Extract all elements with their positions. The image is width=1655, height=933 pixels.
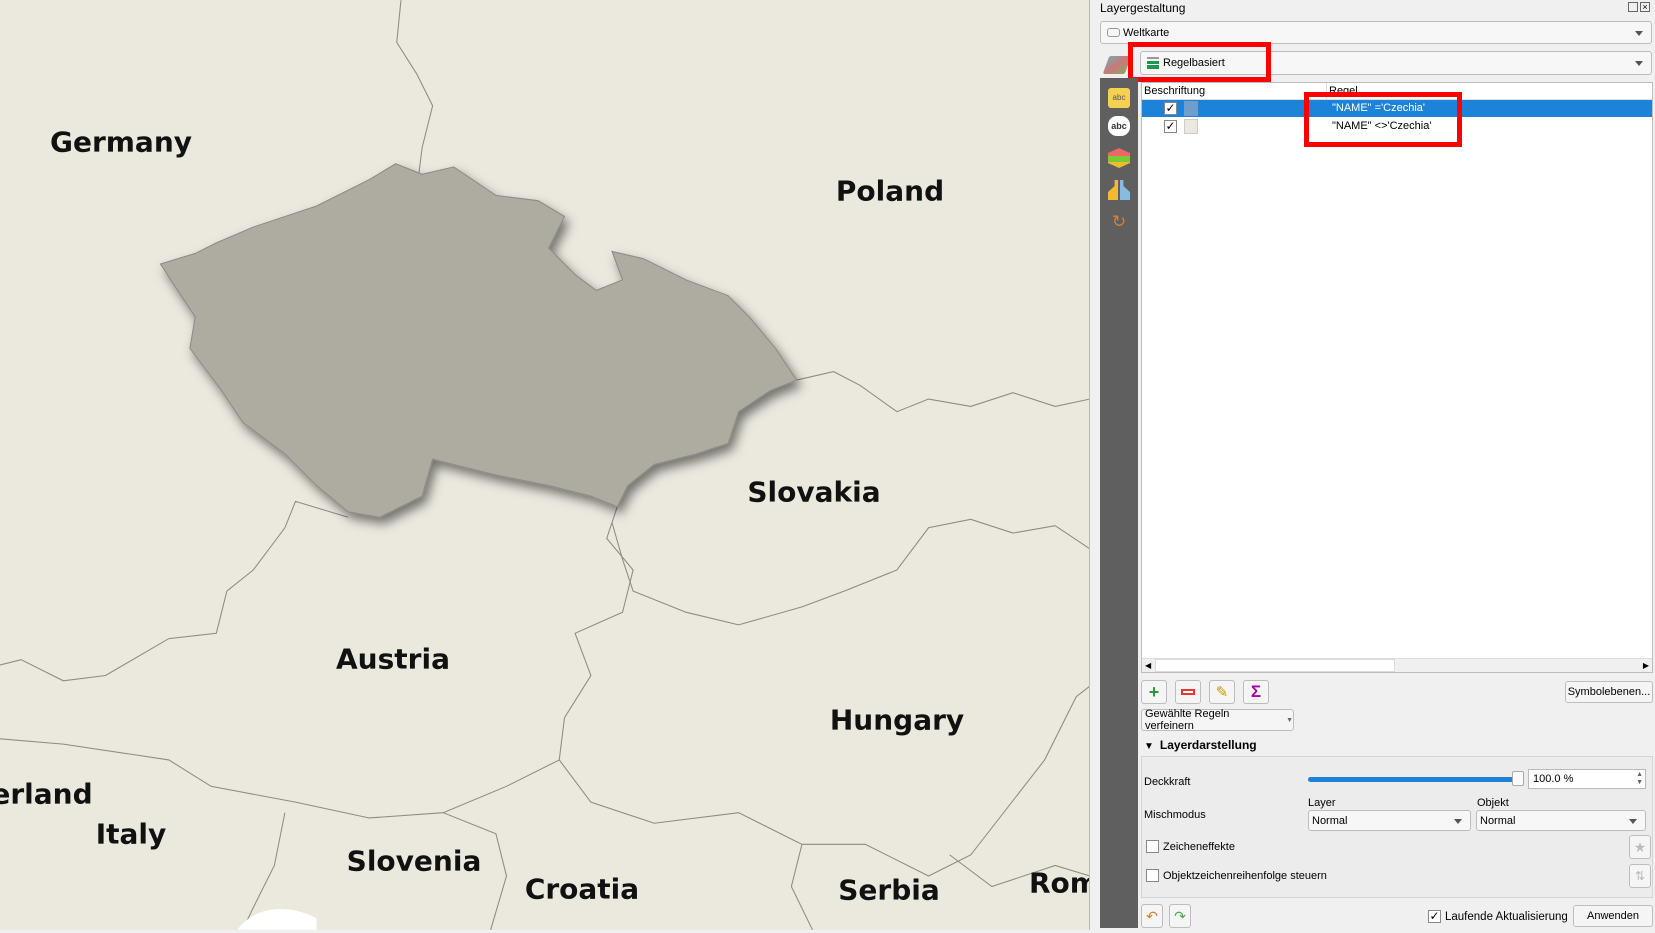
rules-tree[interactable]: Beschriftung Regel ✓ "NAME" ='Czechia' ✓… xyxy=(1141,82,1653,673)
effects-star-button[interactable]: ★ xyxy=(1629,835,1651,859)
horizontal-scrollbar[interactable]: ◀ ▶ xyxy=(1142,658,1652,672)
history-icon[interactable]: ↻ xyxy=(1108,212,1130,232)
layer-blend-value: Normal xyxy=(1312,814,1348,827)
layer-blend-label: Layer xyxy=(1308,797,1336,809)
border-germany-poland xyxy=(396,0,434,191)
map-label: Italy xyxy=(95,817,167,851)
map-label: Serbia xyxy=(838,873,940,907)
add-rule-button[interactable]: + xyxy=(1141,680,1167,704)
rule-checkbox[interactable]: ✓ xyxy=(1164,120,1177,133)
opacity-spinbox[interactable]: 100.0 % ▲ ▼ xyxy=(1528,769,1646,789)
layer-combo[interactable]: Weltkarte xyxy=(1100,21,1652,44)
czechia-highlight xyxy=(159,163,798,518)
panel-title: Layergestaltung xyxy=(1100,1,1186,15)
live-update-label: Laufende Aktualisierung xyxy=(1445,911,1568,923)
opacity-label: Deckkraft xyxy=(1144,776,1191,788)
opacity-slider-handle[interactable] xyxy=(1512,771,1524,786)
polygon-layer-icon xyxy=(1107,28,1120,37)
remove-rule-button[interactable] xyxy=(1175,680,1201,704)
redo-button[interactable]: ↷ xyxy=(1169,904,1191,928)
layer-blend-combo[interactable]: Normal xyxy=(1308,810,1471,831)
minus-icon xyxy=(1181,689,1195,695)
order-label: Objektzeichenreihenfolge steuern xyxy=(1163,870,1327,882)
order-checkbox[interactable] xyxy=(1146,869,1159,882)
map-canvas[interactable]: Germany Poland Slovakia Austria Hungary … xyxy=(0,0,1090,930)
column-header-label[interactable]: Beschriftung xyxy=(1144,85,1205,97)
labels-icon[interactable]: abc xyxy=(1108,88,1130,108)
refine-rules-button[interactable]: Gewählte Regeln verfeinern ▼ xyxy=(1141,708,1294,732)
opacity-value: 100.0 % xyxy=(1533,773,1574,785)
sort-order-button[interactable]: ⇅ xyxy=(1629,864,1651,888)
float-icon[interactable] xyxy=(1628,2,1638,12)
style-sidebar: abc abc ↻ xyxy=(1100,78,1138,928)
map-label: Austria xyxy=(336,642,450,676)
map-label: Romania xyxy=(1029,866,1089,900)
border-hungary-croatia xyxy=(558,686,1089,877)
highlight-box xyxy=(1304,92,1462,147)
highlight-box xyxy=(1128,42,1271,82)
undo-button[interactable]: ↶ xyxy=(1141,904,1163,928)
border-germany-austria xyxy=(0,500,349,682)
map-label: Germany xyxy=(49,125,193,159)
map-label: Slovenia xyxy=(346,844,482,878)
rule-checkbox[interactable]: ✓ xyxy=(1164,102,1177,115)
diagram-icon[interactable] xyxy=(1108,180,1130,200)
map-label: Slovakia xyxy=(747,475,881,509)
map-label: Hungary xyxy=(829,703,965,737)
edit-rule-button[interactable]: ✎ xyxy=(1209,680,1235,704)
symbology-brush-icon[interactable] xyxy=(1102,56,1132,74)
symbol-swatch[interactable] xyxy=(1184,101,1198,116)
lake xyxy=(237,909,317,930)
symbol-levels-button[interactable]: Symbolebenen... xyxy=(1565,681,1653,703)
rendering-group: Deckkraft 100.0 % ▲ ▼ Layer Objekt Mischmo… xyxy=(1141,756,1653,898)
map-label: erland xyxy=(0,777,93,811)
map-label: Croatia xyxy=(524,872,640,906)
map-label: Poland xyxy=(835,174,945,208)
border-slovakia-hungary xyxy=(611,518,1089,626)
refine-label: Gewählte Regeln verfeinern xyxy=(1145,708,1230,732)
effects-label: Zeicheneffekte xyxy=(1163,841,1235,853)
scrollbar-thumb[interactable] xyxy=(1155,659,1395,672)
opacity-slider[interactable] xyxy=(1308,777,1518,782)
labels-abc-icon[interactable]: abc xyxy=(1108,116,1130,136)
close-icon[interactable]: × xyxy=(1640,2,1650,12)
border-austria-hungary xyxy=(558,506,634,760)
3d-view-icon[interactable] xyxy=(1108,148,1130,168)
effects-checkbox[interactable] xyxy=(1146,840,1159,853)
rendering-section-header[interactable]: ▼ Layerdarstellung xyxy=(1144,738,1257,752)
blend-mode-label: Mischmodus xyxy=(1144,809,1206,821)
border-poland-slovakia xyxy=(796,371,1089,413)
apply-button[interactable]: Anwenden xyxy=(1573,905,1653,927)
live-update-checkbox[interactable]: ✓ xyxy=(1428,910,1441,923)
symbol-swatch[interactable] xyxy=(1184,119,1198,134)
object-blend-combo[interactable]: Normal xyxy=(1476,810,1646,831)
layer-combo-value: Weltkarte xyxy=(1123,26,1170,39)
section-title: Layerdarstellung xyxy=(1159,738,1257,752)
border-serbia xyxy=(790,844,813,930)
object-blend-label: Objekt xyxy=(1477,797,1509,809)
count-features-button[interactable]: Σ xyxy=(1243,680,1269,704)
object-blend-value: Normal xyxy=(1480,814,1516,827)
layer-styling-panel: Layergestaltung × Weltkarte Regelbasiert… xyxy=(1092,0,1655,933)
